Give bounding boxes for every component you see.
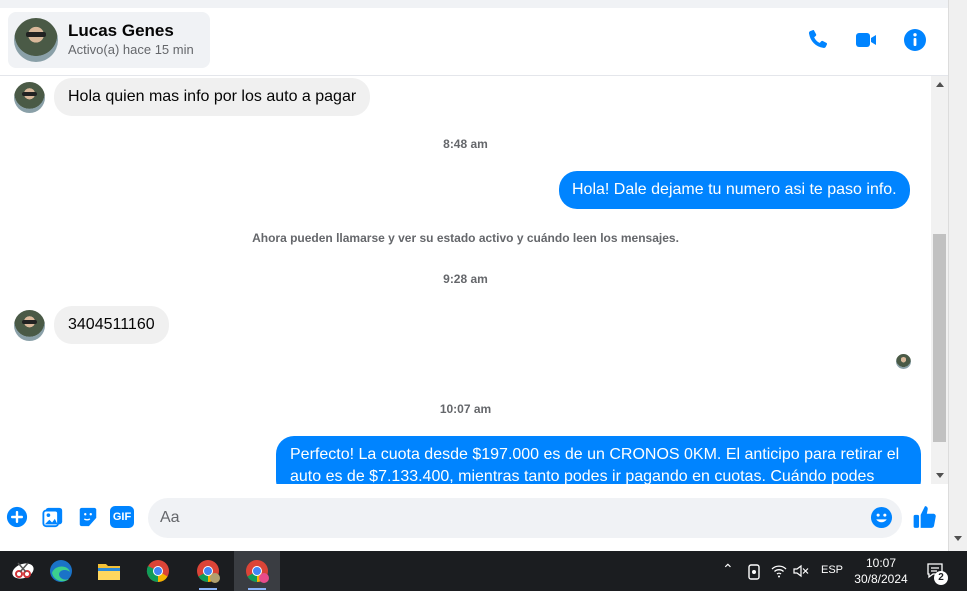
system-notice: Ahora pueden llamarse y ver su estado ac… (252, 231, 679, 245)
message-thread: Hola quien mas info por los auto a pagar… (0, 76, 931, 484)
message-composer: GIF (0, 484, 948, 551)
page-scrollbar[interactable] (948, 0, 967, 551)
messenger-window: Lucas Genes Activo(a) hace 15 min Hola q… (0, 0, 967, 591)
phone-call-icon[interactable] (806, 28, 830, 52)
device-icon[interactable] (747, 564, 761, 580)
message-bubble-incoming[interactable]: 3404511160 (54, 306, 169, 344)
file-explorer-icon[interactable] (86, 551, 132, 591)
plus-icon[interactable] (6, 506, 28, 528)
clock-time: 10:07 (865, 556, 897, 570)
header-top-strip (0, 0, 948, 8)
windows-taskbar: ⌃ ESP 10:07 30/8/2024 2 (0, 551, 967, 591)
contact-name[interactable]: Lucas Genes (68, 21, 194, 41)
message-input[interactable] (148, 498, 902, 538)
message-bubble-outgoing[interactable]: Hola! Dale dejame tu numero asi te paso … (559, 171, 910, 209)
message-bubble-incoming[interactable]: Hola quien mas info por los auto a pagar (54, 78, 371, 116)
message-timestamp: 10:07 am (439, 402, 492, 416)
contact-avatar[interactable] (14, 18, 58, 62)
message-row-incoming: Hola quien mas info por los auto a pagar (14, 78, 371, 116)
message-timestamp: 8:48 am (443, 137, 488, 151)
scroll-thumb[interactable] (933, 234, 946, 442)
notification-count-badge: 2 (934, 571, 948, 585)
edge-icon[interactable] (38, 551, 84, 591)
emoji-icon[interactable] (870, 506, 893, 529)
thread-scrollbar[interactable] (931, 76, 948, 484)
conversation-header: Lucas Genes Activo(a) hace 15 min (0, 0, 948, 76)
message-row-incoming: 3404511160 (14, 306, 169, 344)
chrome-profile-c-icon[interactable] (234, 551, 280, 591)
video-call-icon[interactable] (854, 28, 878, 52)
clock-date: 30/8/2024 (854, 572, 908, 586)
tray-overflow-chevron-icon[interactable]: ⌃ (722, 561, 734, 578)
gif-icon[interactable]: GIF (110, 506, 134, 528)
contact-status: Activo(a) hace 15 min (68, 42, 194, 57)
input-language[interactable]: ESP (821, 564, 843, 576)
scroll-down-arrow[interactable] (931, 467, 948, 484)
sticker-icon[interactable] (77, 506, 99, 528)
image-icon[interactable] (42, 506, 64, 528)
contact-info: Lucas Genes Activo(a) hace 15 min (68, 21, 194, 59)
sender-avatar[interactable] (14, 81, 45, 113)
message-timestamp: 9:28 am (443, 272, 488, 286)
scroll-up-arrow[interactable] (931, 76, 948, 93)
volume-muted-icon[interactable] (793, 564, 809, 578)
chrome-profile-icon[interactable] (185, 551, 231, 591)
system-clock[interactable]: 10:07 30/8/2024 (848, 555, 914, 587)
read-receipt-avatar (896, 354, 911, 369)
running-indicator (199, 588, 217, 590)
contact-card[interactable]: Lucas Genes Activo(a) hace 15 min (8, 12, 210, 68)
chrome-icon[interactable] (135, 551, 181, 591)
running-indicator (248, 588, 266, 590)
thumbs-up-icon[interactable] (912, 504, 938, 530)
message-bubble-outgoing[interactable]: Perfecto! La cuota desde $197.000 es de … (276, 436, 921, 484)
page-scroll-down-arrow[interactable] (954, 536, 962, 541)
wifi-icon[interactable] (771, 564, 787, 578)
sender-avatar[interactable] (14, 309, 45, 341)
info-icon[interactable] (903, 28, 927, 52)
